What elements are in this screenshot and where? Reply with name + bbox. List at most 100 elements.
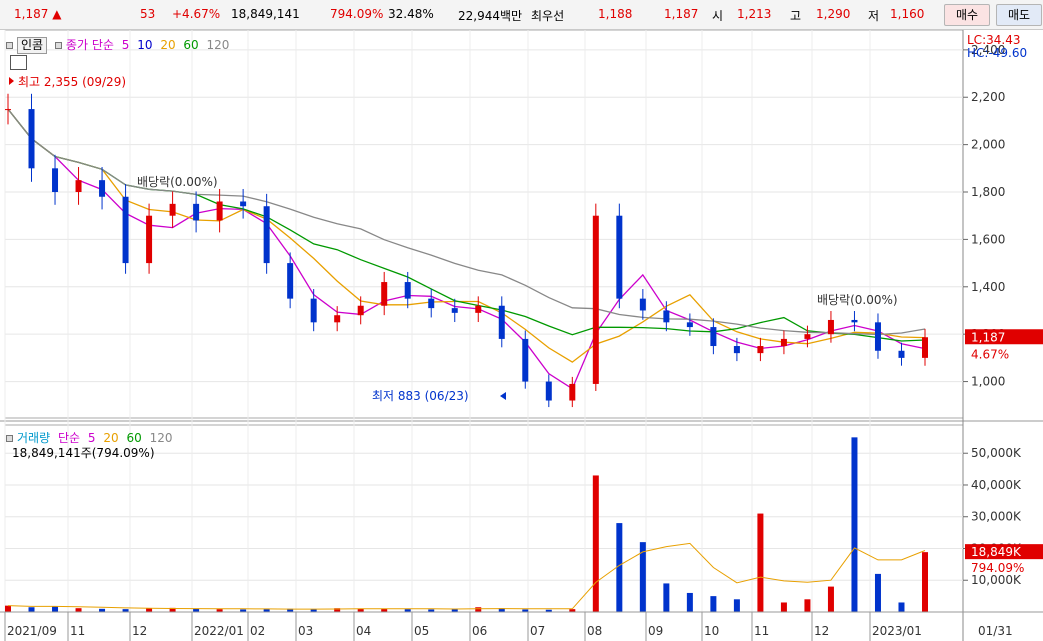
vol-ma60-label: 60 bbox=[126, 431, 142, 445]
best-quote-label: 최우선 bbox=[531, 9, 565, 23]
up-arrow-icon: ▲ bbox=[52, 7, 62, 21]
candle-body bbox=[357, 305, 364, 316]
high-marker: 최고 2,355 (09/29) bbox=[18, 75, 126, 89]
candle-body bbox=[686, 322, 693, 328]
volume-bar bbox=[710, 596, 717, 612]
candle-body bbox=[404, 282, 411, 299]
candle-body bbox=[733, 346, 740, 354]
price-legend: 인콤 종가 단순 5 10 20 60 120 bbox=[6, 36, 233, 54]
candle-body bbox=[122, 196, 129, 264]
volume-ratio: 794.09% bbox=[330, 7, 384, 21]
current-price-tag-text: 1,187 bbox=[971, 330, 1005, 344]
time-tick-label: 04 bbox=[356, 624, 371, 638]
time-tick-label: 03 bbox=[298, 624, 313, 638]
volume-legend-label: 단순 bbox=[57, 431, 81, 445]
candle-body bbox=[874, 322, 881, 351]
time-tick-label: 12 bbox=[132, 624, 147, 638]
candle-body bbox=[780, 338, 787, 347]
candle-body bbox=[240, 201, 247, 207]
candle-body bbox=[804, 334, 811, 339]
candle-body bbox=[757, 346, 764, 354]
lc-hc-readout: LC:34.43 HC:-49.60 bbox=[967, 34, 1027, 60]
volume-tick-label: 50,000K bbox=[971, 446, 1022, 460]
incom-button[interactable]: 인콤 bbox=[17, 37, 48, 54]
time-tick-label: 07 bbox=[530, 624, 545, 638]
ma10-label: 10 bbox=[137, 38, 153, 52]
ticker-bar: 1,187 ▲ 53 +4.67% 18,849,141 794.09% 32.… bbox=[0, 0, 1043, 30]
candle-body bbox=[75, 180, 82, 193]
candle-body bbox=[851, 319, 858, 323]
trade-amount: 22,944백만 bbox=[458, 9, 523, 23]
candle-body bbox=[451, 308, 458, 313]
time-tick-label: 08 bbox=[587, 624, 602, 638]
open-label: 시 bbox=[712, 9, 724, 23]
calculator-icon[interactable] bbox=[10, 55, 27, 70]
price-change: 53 bbox=[140, 7, 156, 21]
dividend-label-1: 배당락(0.00%) bbox=[137, 175, 218, 189]
candle-body bbox=[5, 109, 11, 111]
volume-bar bbox=[686, 592, 693, 612]
current-pct-tag-text: 4.67% bbox=[971, 347, 1009, 361]
buy-button[interactable]: 매수 bbox=[944, 4, 990, 26]
volume-stat: 18,849,141주(794.09%) bbox=[12, 446, 155, 460]
collapse-icon[interactable] bbox=[6, 435, 13, 442]
high-price: 1,290 bbox=[816, 7, 851, 21]
candle-body bbox=[475, 305, 482, 313]
volume-tick-label: 40,000K bbox=[971, 478, 1022, 492]
volume-bar bbox=[146, 608, 153, 612]
volume-bar bbox=[898, 602, 905, 612]
candle-body bbox=[287, 263, 294, 299]
volume-bar bbox=[827, 586, 834, 612]
price-tick-label: 1,000 bbox=[971, 375, 1005, 389]
ma60-label: 60 bbox=[183, 38, 199, 52]
candle-body bbox=[545, 381, 552, 401]
volume-legend-title: 거래량 bbox=[17, 431, 51, 445]
candle-body bbox=[169, 203, 176, 216]
candle-body bbox=[334, 315, 341, 323]
volume-bar bbox=[592, 475, 599, 612]
sell-button[interactable]: 매도 bbox=[996, 4, 1042, 26]
volume-bar bbox=[874, 573, 881, 612]
price-tick-label: 2,000 bbox=[971, 138, 1005, 152]
time-tick-label: 10 bbox=[704, 624, 719, 638]
best-bid: 1,187 bbox=[664, 7, 699, 21]
candle-body bbox=[216, 201, 223, 221]
candle-body bbox=[639, 298, 646, 311]
volume-tick-label: 30,000K bbox=[971, 510, 1022, 524]
volume-bar bbox=[780, 602, 787, 612]
time-tick-label: 2021/09 bbox=[7, 624, 57, 638]
stock-chart[interactable]: 2,4002,2002,0001,8001,6001,4001,2001,000… bbox=[0, 30, 1043, 641]
candle-body bbox=[146, 215, 153, 264]
volume-tick-label: 10,000K bbox=[971, 573, 1022, 587]
collapse-icon[interactable] bbox=[6, 42, 13, 49]
ma5-label: 5 bbox=[121, 38, 130, 52]
volume-bar bbox=[851, 437, 858, 612]
candle-body bbox=[522, 338, 529, 382]
volume-bar bbox=[663, 583, 670, 612]
vol-ma120-label: 120 bbox=[149, 431, 173, 445]
candle-body bbox=[52, 168, 59, 193]
time-tick-label: 12 bbox=[814, 624, 829, 638]
price-tick-label: 2,200 bbox=[971, 90, 1005, 104]
time-tick-label: 06 bbox=[472, 624, 487, 638]
indicator-icon[interactable] bbox=[54, 42, 62, 49]
turnover-pct: 32.48% bbox=[388, 7, 434, 21]
candle-body bbox=[616, 215, 623, 299]
low-marker: 최저 883 (06/23) bbox=[372, 389, 469, 403]
candle-body bbox=[710, 327, 717, 347]
open-price: 1,213 bbox=[737, 7, 772, 21]
time-tick-label: 11 bbox=[70, 624, 85, 638]
low-label: 저 bbox=[868, 9, 880, 23]
vol-ma20-label: 20 bbox=[103, 431, 119, 445]
candle-body bbox=[310, 298, 317, 323]
volume-bar bbox=[75, 608, 82, 612]
time-tick-label: 09 bbox=[648, 624, 663, 638]
candle-body bbox=[428, 298, 435, 309]
volume-bar bbox=[757, 513, 764, 612]
time-tick-label: 2022/01 bbox=[194, 624, 244, 638]
time-tick-label: 11 bbox=[754, 624, 769, 638]
dividend-label-2: 배당락(0.00%) bbox=[817, 293, 898, 307]
price-tick-label: 1,400 bbox=[971, 280, 1005, 294]
time-tick-label: 01/31 bbox=[978, 624, 1013, 638]
volume-bar bbox=[733, 599, 740, 612]
